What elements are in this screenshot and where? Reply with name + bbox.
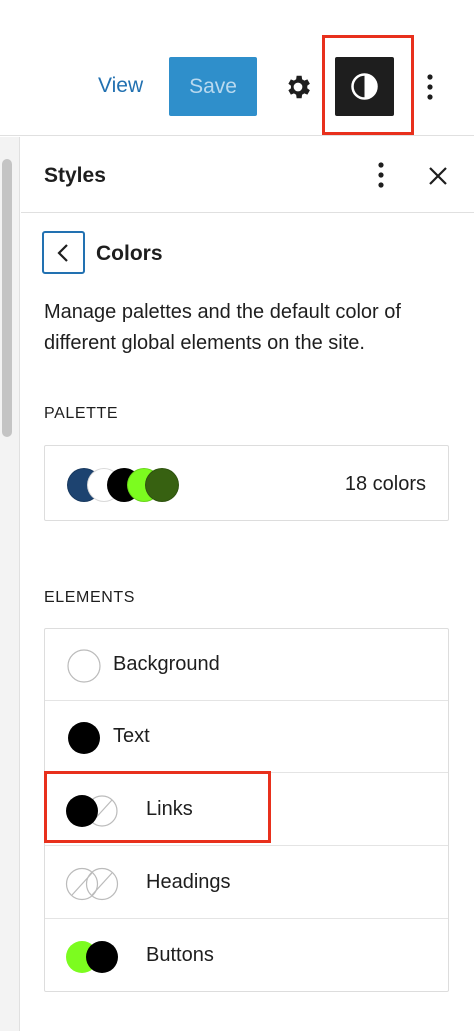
gear-icon[interactable] <box>283 72 313 102</box>
element-label: Text <box>113 725 150 747</box>
scrollbar-thumb[interactable] <box>2 159 12 437</box>
element-label: Buttons <box>146 944 214 966</box>
headings-swatch-icon <box>65 867 119 901</box>
palette-label: PALETTE <box>44 405 119 422</box>
close-icon[interactable] <box>427 165 449 187</box>
panel-more-icon[interactable] <box>369 159 393 191</box>
view-link[interactable]: View <box>98 74 143 98</box>
element-item-buttons[interactable]: Buttons <box>45 920 448 992</box>
highlight-box-styles-button <box>322 35 414 135</box>
panel-title: Styles <box>44 164 106 187</box>
chevron-left-icon <box>57 244 68 262</box>
highlight-box-links <box>44 771 271 843</box>
more-options-icon[interactable] <box>418 70 442 104</box>
element-label: Background <box>113 653 220 675</box>
buttons-swatch-icon <box>66 941 118 973</box>
styles-panel: Styles Colors Manage palettes and the de… <box>21 137 474 1031</box>
element-item-background[interactable]: Background <box>45 629 448 701</box>
back-button[interactable] <box>42 231 85 274</box>
editor-canvas-edge <box>0 137 20 1031</box>
palette-swatch <box>145 468 179 502</box>
palette-count: 18 colors <box>344 473 426 495</box>
palette-swatches <box>67 468 187 502</box>
panel-header: Styles <box>21 137 474 213</box>
section-description: Manage palettes and the default color of… <box>44 301 401 354</box>
element-label: Headings <box>146 871 231 893</box>
element-item-text[interactable]: Text <box>45 701 448 773</box>
palette-button[interactable]: 18 colors <box>44 445 449 521</box>
background-swatch-icon <box>67 649 101 683</box>
text-swatch-icon <box>68 722 100 754</box>
element-item-headings[interactable]: Headings <box>45 847 448 919</box>
section-title: Colors <box>96 242 163 265</box>
save-button[interactable]: Save <box>169 57 257 116</box>
elements-label: ELEMENTS <box>44 589 136 606</box>
